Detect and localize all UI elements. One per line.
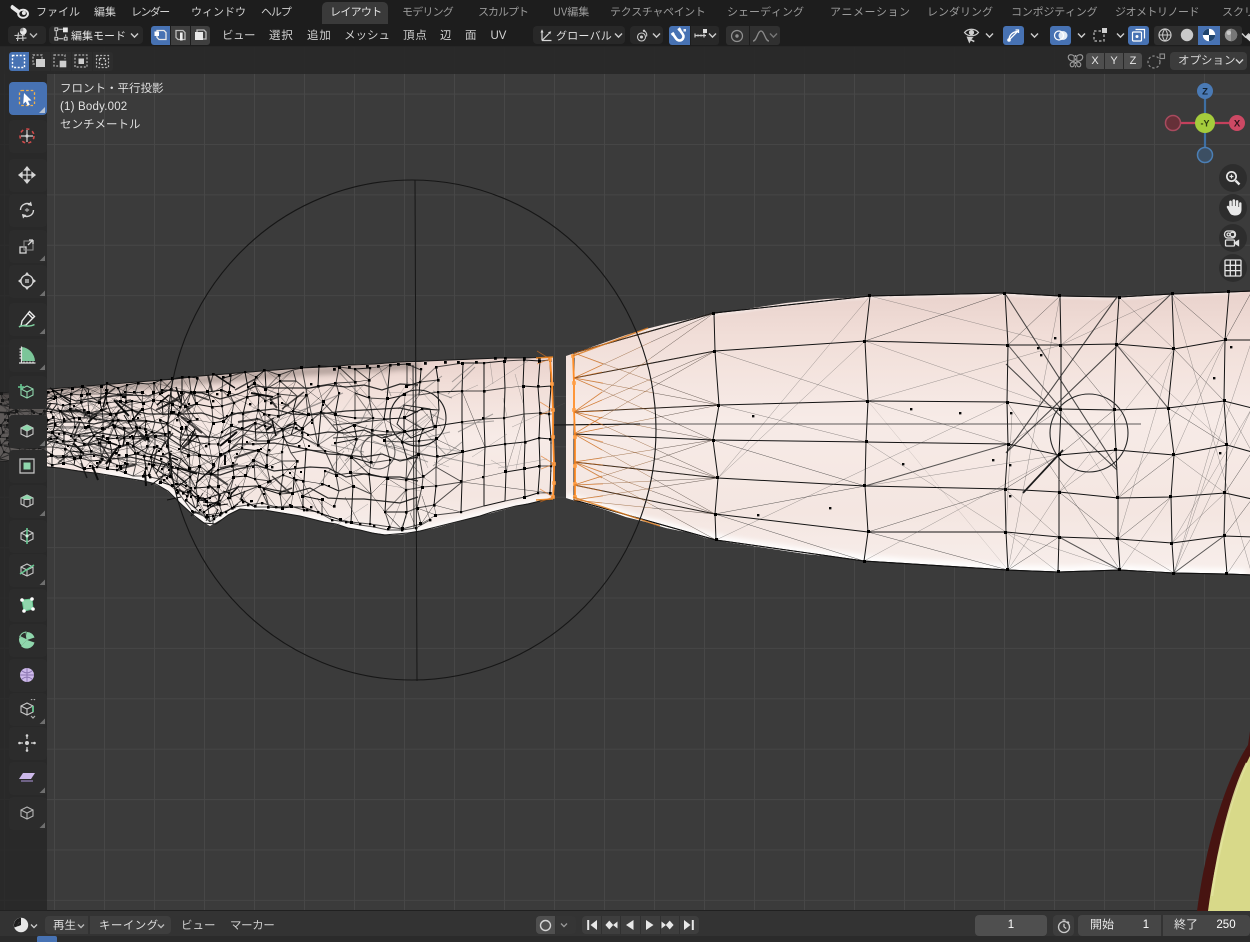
svg-text:X: X [1234, 119, 1241, 130]
svg-text:-Y: -Y [1201, 119, 1210, 129]
svg-text:Z: Z [1202, 87, 1208, 98]
